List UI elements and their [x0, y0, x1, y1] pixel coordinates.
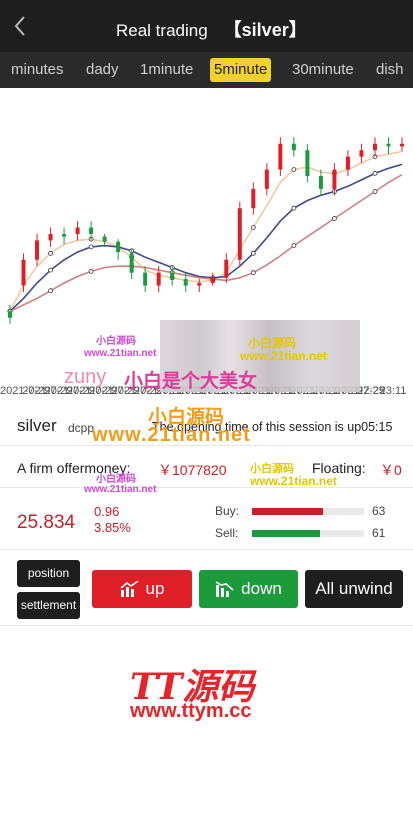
candle — [251, 188, 256, 209]
up-label: up — [145, 579, 165, 598]
candle — [183, 279, 188, 286]
kline-chart-svg: 2021-7-292021-7-292021-7-292021-7-292021… — [0, 137, 407, 397]
candle — [386, 143, 391, 147]
tab-minutes[interactable]: minutes — [7, 58, 68, 82]
candle — [62, 234, 67, 237]
ma-point — [250, 270, 256, 276]
buy-bar-track — [252, 508, 364, 515]
ma-point — [88, 268, 94, 274]
ma-point — [48, 267, 53, 273]
sell-label: Sell: — [215, 526, 239, 540]
candle — [291, 143, 296, 151]
ma-point — [291, 243, 297, 249]
instrument-code: dcpp — [68, 421, 95, 435]
x-tick-label: 23:11 — [380, 385, 407, 397]
candle — [143, 272, 148, 286]
chart-up-icon — [120, 580, 138, 597]
candle — [264, 169, 269, 189]
candle — [237, 208, 242, 260]
candle — [224, 259, 229, 278]
candle — [400, 143, 404, 147]
page-title: Real trading 【silver】 — [116, 16, 307, 42]
candle — [197, 282, 202, 286]
down-label: down — [241, 579, 282, 598]
action-row: position settlement up down All unwind — [0, 556, 413, 626]
kline-chart[interactable]: 2021-7-29 2021-7-29 2021-7-29 2021-7-29 2021… — [0, 88, 413, 400]
buy-up-button[interactable]: up — [92, 570, 192, 608]
position-button[interactable]: position — [17, 560, 80, 587]
candle — [35, 240, 40, 260]
candle — [129, 253, 134, 273]
sell-bar-fill — [252, 530, 321, 537]
watermark-tt-url: www.ttym.cc — [130, 700, 252, 722]
ma-point — [88, 244, 94, 250]
ma-point — [48, 288, 53, 294]
price-change: 0.96 3.85% — [94, 504, 131, 536]
ma-line-1 — [9, 163, 403, 312]
floating-value: ￥0 — [380, 462, 402, 478]
current-price: 25.834 — [17, 512, 76, 533]
ma-point — [331, 216, 337, 221]
buy-bar-fill — [252, 508, 323, 515]
session-time-text: The opening time of this session is up05… — [152, 420, 393, 434]
instrument-row: silver dcpp The opening time of this ses… — [0, 406, 413, 446]
tab-30minute[interactable]: 30minute — [288, 58, 358, 82]
candle — [345, 156, 350, 170]
floating-label: Floating: — [312, 460, 366, 476]
ma-point — [291, 205, 297, 211]
change-value: 0.96 — [94, 504, 120, 519]
page-title-text: Real trading — [116, 21, 208, 40]
watermark-tt-logo: TT源码 — [130, 666, 255, 708]
instrument-name: silver — [17, 416, 57, 435]
unwind-all-button[interactable]: All unwind — [305, 570, 403, 608]
tab-1minute[interactable]: 1minute — [136, 58, 197, 82]
app-header: Real trading 【silver】 — [0, 0, 413, 52]
page-title-symbol: 【silver】 — [223, 20, 307, 40]
buy-value: 63 — [372, 504, 386, 518]
ma-point — [48, 250, 53, 256]
candle — [102, 236, 107, 242]
candle — [278, 143, 283, 170]
candle — [48, 234, 53, 241]
ma-point — [250, 250, 256, 256]
candle — [89, 227, 94, 234]
candle — [318, 176, 323, 189]
period-tabs: minutes dady 1minute 5minute 30minute di… — [0, 52, 413, 88]
candle — [116, 241, 121, 253]
candle — [210, 277, 215, 283]
candle — [372, 143, 377, 151]
firm-money-value: ￥1077820 — [158, 462, 227, 478]
tab-day[interactable]: dady — [82, 58, 123, 82]
chart-down-icon — [215, 581, 234, 597]
sell-down-button[interactable]: down — [199, 570, 298, 608]
sell-value: 61 — [372, 526, 386, 540]
ma-point — [291, 167, 297, 172]
account-row: A firm offermoney: ￥1077820 Floating: ￥0 — [0, 448, 413, 488]
candle — [21, 259, 26, 286]
firm-money-label: A firm offermoney: — [17, 460, 131, 476]
candle — [8, 311, 12, 318]
tab-5minute[interactable]: 5minute — [210, 58, 272, 82]
quote-row: 25.834 0.96 3.85% Buy: 63 Sell: 61 — [0, 490, 413, 550]
ma-point — [372, 171, 378, 176]
candle — [305, 150, 310, 176]
sell-bar-track — [252, 530, 364, 537]
candle — [359, 150, 364, 157]
settlement-button[interactable]: settlement — [17, 592, 80, 619]
ma-line-0 — [9, 150, 403, 312]
buy-label: Buy: — [215, 504, 240, 518]
ma-point — [372, 189, 378, 194]
candle — [170, 272, 175, 280]
back-arrow-icon[interactable] — [10, 14, 32, 38]
ma-point — [250, 225, 256, 231]
tab-dish[interactable]: dish — [372, 58, 408, 82]
candle — [156, 272, 161, 286]
change-percent: 3.85% — [94, 520, 131, 535]
candle — [332, 169, 337, 189]
candle — [75, 227, 80, 234]
